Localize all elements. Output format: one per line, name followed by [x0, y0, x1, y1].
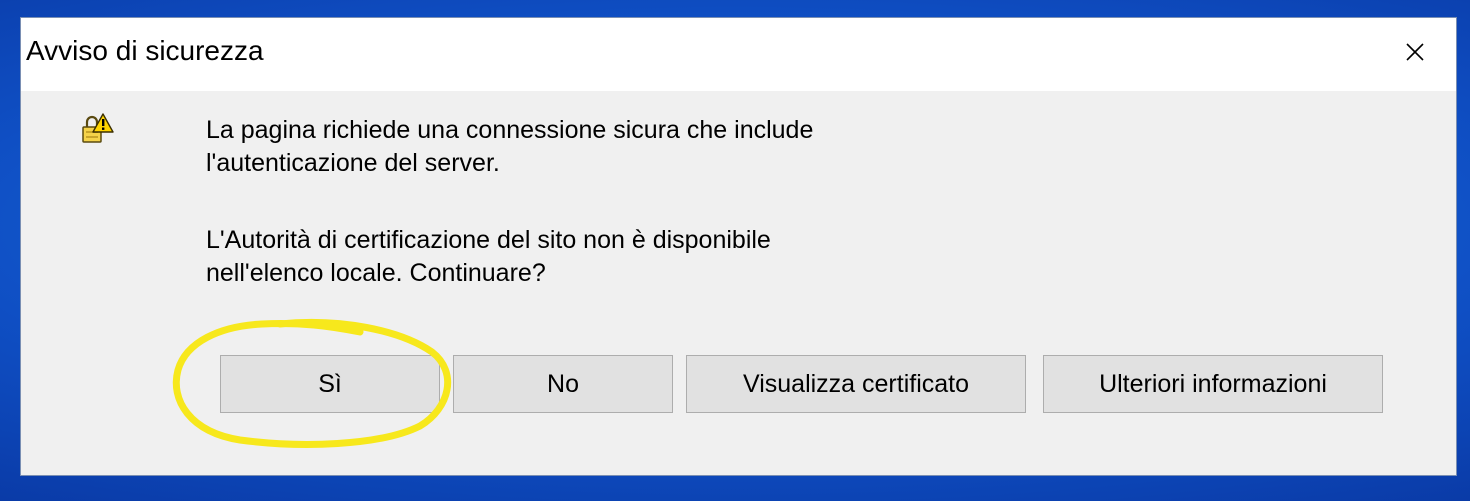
close-button[interactable]: [1374, 18, 1456, 86]
title-bar: Avviso di sicurezza: [21, 18, 1456, 91]
dialog-title: Avviso di sicurezza: [26, 35, 264, 66]
security-warning-dialog: Avviso di sicurezza La pagina richiede u…: [20, 17, 1457, 476]
no-button[interactable]: No: [453, 355, 673, 413]
message-secure-connection: La pagina richiede una connessione sicur…: [206, 116, 814, 177]
close-icon: [1406, 43, 1424, 61]
warning-lock-icon: [82, 113, 114, 143]
more-info-button[interactable]: Ulteriori informazioni: [1043, 355, 1383, 413]
yes-button[interactable]: Sì: [220, 355, 440, 413]
message-certificate-authority: L'Autorità di certificazione del sito no…: [206, 226, 771, 287]
view-certificate-button[interactable]: Visualizza certificato: [686, 355, 1026, 413]
